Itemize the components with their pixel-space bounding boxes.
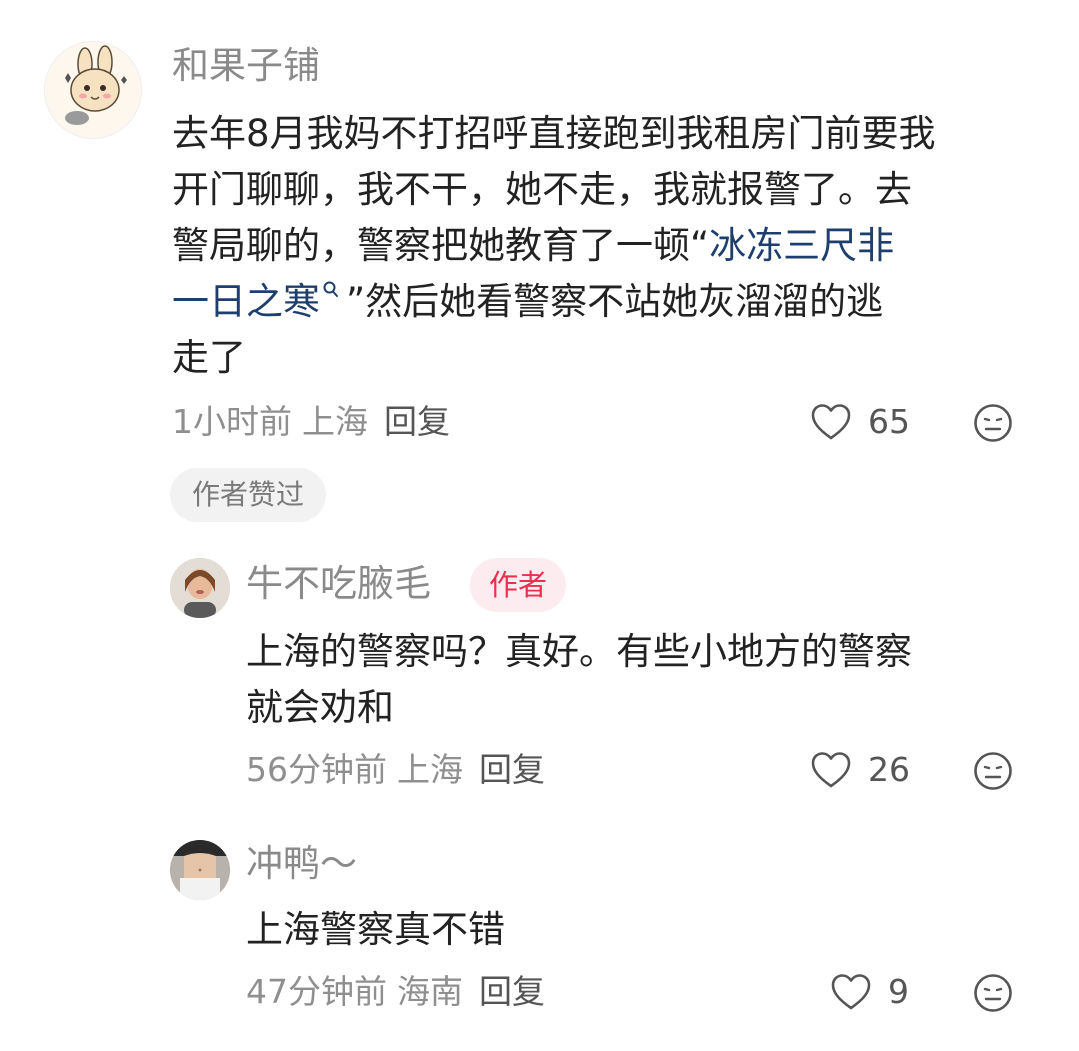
comment-1-username[interactable]: 和果子铺 (172, 44, 320, 88)
person-avatar-icon[interactable] (170, 558, 230, 618)
heart-icon (811, 752, 851, 788)
comment-1-location: 上海 (302, 402, 368, 441)
comment-3-reply-button[interactable]: 回复 (479, 972, 545, 1011)
comment-1-text[interactable]: 去年8月我妈不打招呼直接跑到我租房门前要我 开门聊聊，我不干，她不走，我就报警了… (172, 106, 936, 386)
comment-3-like-button[interactable]: 9 (830, 972, 909, 1012)
comment-2-dislike-face-icon[interactable] (973, 751, 1013, 791)
author-tag: 作者 (470, 558, 566, 612)
comment-1-line-1: 去年8月我妈不打招呼直接跑到我租房门前要我 (172, 112, 936, 155)
search-icon[interactable] (320, 274, 346, 314)
heart-icon (831, 974, 871, 1010)
comment-1-dislike-face-icon[interactable] (973, 403, 1013, 443)
comment-1-meta: 1小时前 上海 回复 (172, 402, 450, 442)
comment-2-meta: 56分钟前 上海 回复 (246, 750, 545, 790)
comment-1-line-5: 走了 (172, 336, 246, 379)
comment-2-line-2: 就会劝和 (246, 686, 394, 729)
author-liked-badge: 作者赞过 (170, 468, 326, 522)
comment-3-line-1: 上海警察真不错 (246, 908, 505, 951)
comment-2-like-button[interactable]: 26 (810, 750, 910, 790)
comment-2-location: 上海 (397, 750, 463, 789)
comment-3-meta: 47分钟前 海南 回复 (246, 972, 545, 1012)
comment-1-line-3: 警局聊的，警察把她教育了一顿“冰冻三尺非 (172, 218, 936, 274)
comment-3-time: 47分钟前 (246, 972, 387, 1011)
comment-1-reply-button[interactable]: 回复 (384, 402, 450, 441)
comment-1-line-4: 一日之寒 ”然后她看警察不站她灰溜溜的逃 (172, 274, 936, 330)
comment-1-line-4-text: ”然后她看警察不站她灰溜溜的逃 (346, 280, 884, 323)
comment-2-text[interactable]: 上海的警察吗？真好。有些小地方的警察 就会劝和 (246, 624, 912, 736)
comment-2-reply-button[interactable]: 回复 (479, 750, 545, 789)
comment-1-line-3-text: 警局聊的，警察把她教育了一顿“ (172, 224, 710, 267)
comment-3-text[interactable]: 上海警察真不错 (246, 902, 505, 958)
comment-3-dislike-face-icon[interactable] (973, 973, 1013, 1013)
heart-icon (811, 404, 851, 440)
comment-2-like-count: 26 (868, 750, 910, 789)
comment-2-username[interactable]: 牛不吃腋毛 (246, 562, 431, 606)
comment-3-location: 海南 (397, 972, 463, 1011)
comment-1-time: 1小时前 (172, 402, 292, 441)
comment-2-time: 56分钟前 (246, 750, 387, 789)
rabbit-avatar-icon[interactable] (44, 41, 142, 139)
comment-1-like-count: 65 (868, 402, 910, 441)
search-link-part-2[interactable]: 一日之寒 (172, 280, 320, 323)
comment-1-like-button[interactable]: 65 (810, 402, 910, 442)
comment-3-like-count: 9 (888, 972, 909, 1011)
torso-avatar-icon[interactable] (170, 840, 230, 900)
comment-3-username[interactable]: 冲鸭～ (246, 842, 357, 886)
search-link-part-1[interactable]: 冰冻三尺非 (709, 224, 894, 267)
comment-2-line-1: 上海的警察吗？真好。有些小地方的警察 (246, 630, 912, 673)
comment-1-line-2: 开门聊聊，我不干，她不走，我就报警了。去 (172, 168, 912, 211)
